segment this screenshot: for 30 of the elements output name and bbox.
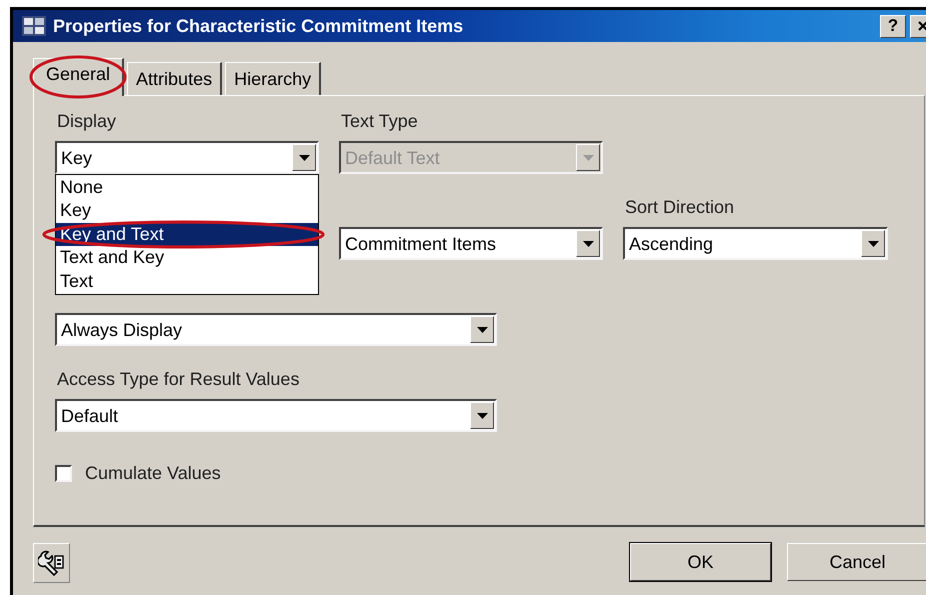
checkbox-label: Cumulate Values: [85, 463, 221, 484]
dropdown-field[interactable]: Ascending: [623, 227, 888, 260]
caret-icon: [582, 154, 594, 160]
caret-icon: [298, 154, 310, 160]
help-button[interactable]: ?: [880, 14, 906, 38]
tab[interactable]: Hierarchy: [225, 62, 322, 95]
dropdown-field[interactable]: Commitment Items: [339, 227, 603, 260]
dropdown-option[interactable]: Text: [56, 270, 318, 293]
field-label: Text Type: [341, 110, 419, 132]
dropdown-field[interactable]: Always Display: [55, 313, 497, 346]
caret-icon: [476, 326, 488, 332]
tab[interactable]: Attributes: [127, 62, 222, 95]
checkbox[interactable]: [55, 465, 72, 482]
window-title: Properties for Characteristic Commitment Items: [53, 16, 464, 36]
dropdown-option[interactable]: Text and Key: [56, 246, 318, 270]
field-label: Display: [57, 110, 118, 132]
field-label: Access Type for Result Values: [57, 368, 300, 390]
dialog-button[interactable]: Cancel: [787, 543, 926, 581]
dialog-button[interactable]: OK: [630, 543, 771, 581]
caret-icon: [476, 412, 488, 418]
caret-icon: [868, 240, 878, 246]
caret-icon: [582, 240, 594, 246]
tools-button[interactable]: [33, 543, 70, 583]
dropdown-option[interactable]: None: [56, 176, 318, 200]
close-icon: [917, 20, 926, 32]
wrench-icon: [38, 550, 65, 576]
field-label: Sort Direction: [625, 196, 736, 218]
dropdown-option[interactable]: Key: [56, 199, 318, 223]
app-icon: [21, 15, 47, 37]
dropdown-field[interactable]: Default: [55, 399, 497, 432]
